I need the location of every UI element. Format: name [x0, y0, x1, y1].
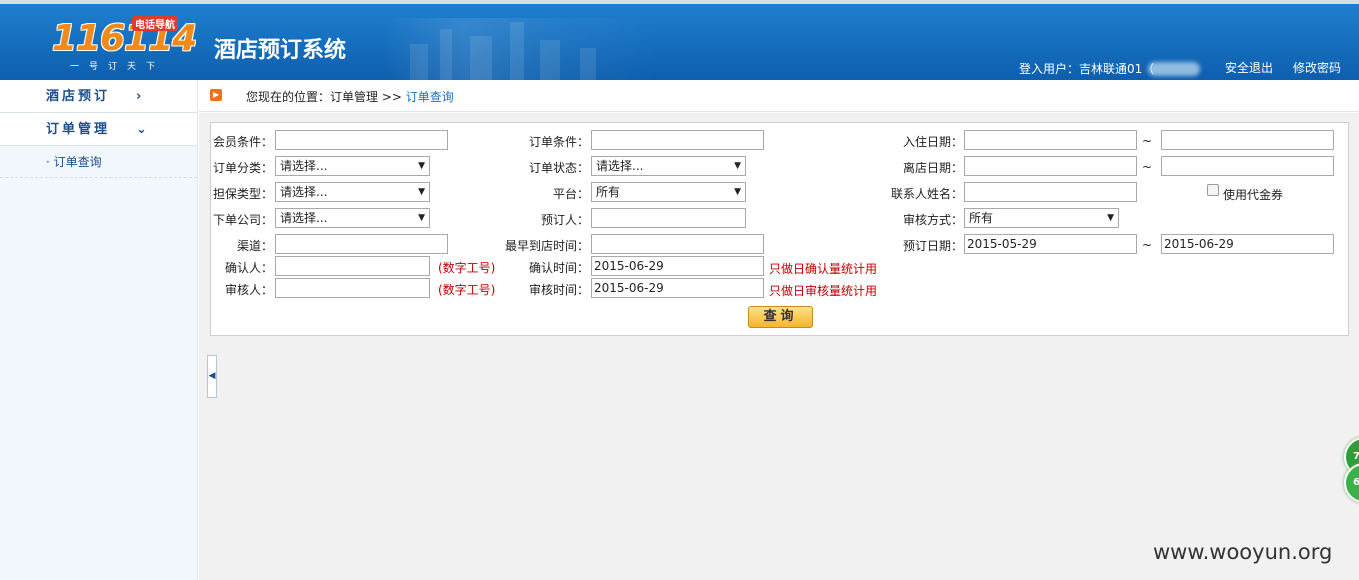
platform-label: 平台： — [553, 187, 590, 201]
sidebar-item-order-management[interactable]: 订单管理 ⌄ — [0, 113, 197, 146]
caret-left-icon[interactable]: ◀ — [207, 355, 217, 398]
channel-label: 渠道： — [237, 239, 274, 253]
order-status-label: 订单状态： — [529, 161, 590, 175]
caret-down-icon: ▼ — [734, 187, 741, 197]
breadcrumb-text: 您现在的位置：订单管理 >> 订单查询 — [246, 88, 454, 105]
reviewer-input[interactable] — [275, 278, 430, 298]
booking-date-from-input[interactable] — [964, 234, 1137, 254]
checkout-date-label: 离店日期： — [903, 161, 964, 175]
reviewer-hint: (数字工号) — [438, 283, 496, 297]
order-condition-label: 订单条件： — [529, 135, 590, 149]
review-time-label: 审核时间： — [529, 283, 590, 297]
range-tilde: ~ — [1142, 238, 1153, 252]
select-value: 所有 — [596, 185, 621, 199]
select-value: 请选择... — [280, 159, 328, 173]
query-form: 会员条件： 订单条件： 入住日期： ~ 订单分类： 请选择... ▼ 订单状态： … — [210, 122, 1349, 336]
checkout-date-to-input[interactable] — [1161, 156, 1334, 176]
top-header: 116114 电话导航 一号订天下 酒店预订系统 登入用户：吉林联通01（ 安全… — [0, 0, 1359, 80]
caret-down-icon: ▼ — [418, 187, 425, 197]
select-value: 请选择... — [280, 185, 328, 199]
logo: 116114 电话导航 一号订天下 — [52, 16, 197, 72]
checkout-date-from-input[interactable] — [964, 156, 1137, 176]
logged-in-user: 登入用户：吉林联通01（ — [1019, 62, 1155, 76]
sidebar-item-hotel-booking[interactable]: 酒店预订 › — [0, 80, 197, 113]
contact-name-input[interactable] — [964, 182, 1137, 202]
change-password-link[interactable]: 修改密码 — [1293, 59, 1341, 76]
arrow-box-icon: ▶ — [210, 89, 222, 101]
checkin-date-to-input[interactable] — [1161, 130, 1334, 150]
chevron-down-icon: ⌄ — [136, 122, 150, 137]
guarantee-type-label: 担保类型： — [213, 187, 274, 201]
platform-select[interactable]: 所有 ▼ — [591, 182, 746, 202]
breadcrumb-current[interactable]: 订单查询 — [406, 90, 454, 104]
booking-date-to-input[interactable] — [1161, 234, 1334, 254]
redacted-blur — [1148, 62, 1200, 76]
checkin-date-label: 入住日期： — [903, 135, 964, 149]
sidebar-item-label: 酒店预订 — [46, 89, 111, 104]
select-value: 请选择... — [280, 211, 328, 225]
chevron-right-icon: › — [136, 89, 145, 104]
select-value: 请选择... — [596, 159, 644, 173]
channel-input[interactable] — [275, 234, 448, 254]
review-method-label: 审核方式： — [903, 213, 964, 227]
confirmer-hint: (数字工号) — [438, 261, 496, 275]
voucher-label: 使用代金券 — [1223, 188, 1284, 202]
breadcrumb-prefix: 您现在的位置：订单管理 >> — [246, 90, 406, 104]
confirmer-input[interactable] — [275, 256, 430, 276]
logout-link[interactable]: 安全退出 — [1225, 59, 1273, 76]
order-status-select[interactable]: 请选择... ▼ — [591, 156, 746, 176]
confirm-time-input[interactable] — [591, 256, 764, 276]
confirmer-label: 确认人： — [225, 261, 274, 275]
range-tilde: ~ — [1142, 134, 1153, 148]
main-content: 会员条件： 订单条件： 入住日期： ~ 订单分类： 请选择... ▼ 订单状态： … — [199, 113, 1359, 580]
voucher-checkbox[interactable] — [1207, 184, 1219, 196]
member-condition-label: 会员条件： — [213, 135, 274, 149]
earliest-arrival-input[interactable] — [591, 234, 764, 254]
contact-name-label: 联系人姓名： — [891, 187, 964, 201]
checkin-date-from-input[interactable] — [964, 130, 1137, 150]
sidebar-subitem-order-query[interactable]: · 订单查询 — [0, 146, 197, 178]
order-company-label: 下单公司： — [213, 213, 274, 227]
booker-input[interactable] — [591, 208, 746, 228]
query-button[interactable]: 查询 — [748, 306, 813, 328]
caret-down-icon: ▼ — [734, 161, 741, 171]
skyline-decoration — [380, 18, 660, 80]
earliest-arrival-label: 最早到店时间： — [505, 239, 590, 253]
booking-date-label: 预订日期： — [903, 239, 964, 253]
review-time-hint: 只做日审核量统计用 — [769, 284, 878, 298]
logo-tag: 电话导航 — [132, 16, 178, 31]
sidebar: 酒店预订 › 订单管理 ⌄ · 订单查询 — [0, 80, 198, 580]
order-category-label: 订单分类： — [213, 161, 274, 175]
sidebar-item-label: 订单管理 — [46, 122, 111, 137]
order-category-select[interactable]: 请选择... ▼ — [275, 156, 430, 176]
caret-down-icon: ▼ — [1107, 213, 1114, 223]
member-condition-input[interactable] — [275, 130, 448, 150]
booker-label: 预订人： — [541, 213, 590, 227]
caret-down-icon: ▼ — [418, 161, 425, 171]
confirm-time-label: 确认时间： — [529, 261, 590, 275]
reviewer-label: 审核人： — [225, 283, 274, 297]
caret-down-icon: ▼ — [418, 213, 425, 223]
app-title: 酒店预订系统 — [214, 38, 347, 63]
review-time-input[interactable] — [591, 278, 764, 298]
order-condition-input[interactable] — [591, 130, 764, 150]
watermark: www.wooyun.org — [1153, 540, 1333, 564]
review-method-select[interactable]: 所有 ▼ — [964, 208, 1119, 228]
confirm-time-hint: 只做日确认量统计用 — [769, 262, 878, 276]
guarantee-type-select[interactable]: 请选择... ▼ — [275, 182, 430, 202]
logo-subtitle: 一号订天下 — [70, 62, 166, 72]
order-company-select[interactable]: 请选择... ▼ — [275, 208, 430, 228]
select-value: 所有 — [969, 211, 994, 225]
range-tilde: ~ — [1142, 160, 1153, 174]
breadcrumb: ▶ 您现在的位置：订单管理 >> 订单查询 — [199, 80, 1359, 112]
